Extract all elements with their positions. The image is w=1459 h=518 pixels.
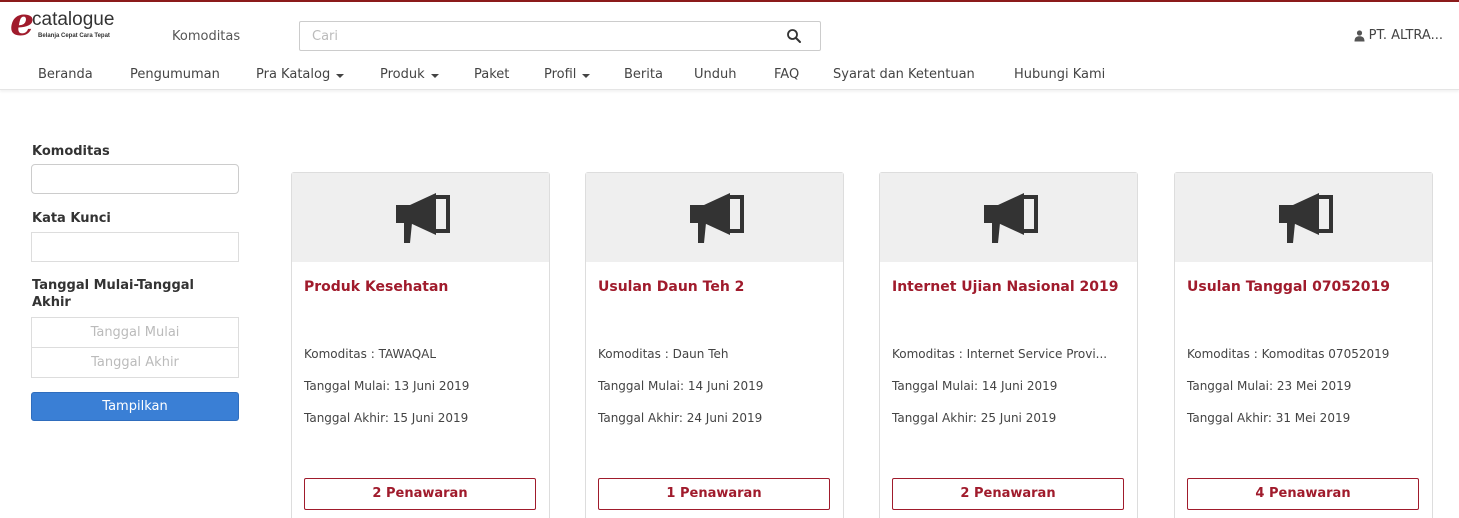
penawaran-button[interactable]: 4 Penawaran <box>1187 478 1419 510</box>
caret-down-icon <box>336 73 345 78</box>
caret-down-icon <box>430 73 439 78</box>
penawaran-button[interactable]: 2 Penawaran <box>892 478 1124 510</box>
search-icon[interactable] <box>786 28 802 44</box>
card-tanggal-mulai: Tanggal Mulai: 14 Juni 2019 <box>892 379 1058 393</box>
komoditas-link[interactable]: Komoditas <box>172 29 240 44</box>
penawaran-button[interactable]: 2 Penawaran <box>304 478 536 510</box>
kata-kunci-input[interactable] <box>31 232 239 262</box>
nav-profil[interactable]: Profil <box>544 67 591 82</box>
card-banner <box>292 173 549 262</box>
card-tanggal-mulai: Tanggal Mulai: 13 Juni 2019 <box>304 379 470 393</box>
logo-word: catalogue <box>32 9 115 30</box>
nav-label: Pra Katalog <box>256 67 331 82</box>
card-banner <box>880 173 1137 262</box>
logo-tagline: Belanja Cepat Cara Tepat <box>38 33 110 39</box>
tanggal-akhir-input[interactable]: Tanggal Akhir <box>31 347 239 378</box>
search-input[interactable] <box>300 22 770 50</box>
card-komoditas: Komoditas : Internet Service Provi... <box>892 347 1108 361</box>
announcement-card: Internet Ujian Nasional 2019 Komoditas :… <box>879 172 1138 518</box>
card-komoditas: Komoditas : Komoditas 07052019 <box>1187 347 1390 361</box>
nav-label: Paket <box>474 67 510 82</box>
nav-berita[interactable]: Berita <box>624 67 663 82</box>
card-title[interactable]: Produk Kesehatan <box>304 279 448 295</box>
nav-label: FAQ <box>774 67 800 82</box>
search-box <box>299 21 821 51</box>
megaphone-icon <box>1279 193 1333 243</box>
nav-label: Pengumuman <box>130 67 220 82</box>
nav-label: Berita <box>624 67 663 82</box>
nav-beranda[interactable]: Beranda <box>38 67 93 82</box>
user-icon <box>1354 29 1365 41</box>
main-navbar: Beranda Pengumuman Pra Katalog Produk Pa… <box>0 60 1459 90</box>
card-komoditas: Komoditas : Daun Teh <box>598 347 729 361</box>
card-banner <box>586 173 843 262</box>
nav-label: Profil <box>544 67 577 82</box>
card-tanggal-mulai: Tanggal Mulai: 14 Juni 2019 <box>598 379 764 393</box>
announcement-card: Usulan Tanggal 07052019 Komoditas : Komo… <box>1174 172 1433 518</box>
komoditas-filter-label: Komoditas <box>32 144 110 159</box>
tanggal-range-label: Tanggal Mulai-Tanggal Akhir <box>32 278 195 310</box>
card-tanggal-akhir: Tanggal Akhir: 31 Mei 2019 <box>1187 411 1351 425</box>
nav-faq[interactable]: FAQ <box>774 67 799 82</box>
nav-label: Beranda <box>38 67 93 82</box>
card-tanggal-akhir: Tanggal Akhir: 25 Juni 2019 <box>892 411 1057 425</box>
nav-unduh[interactable]: Unduh <box>694 67 737 82</box>
card-tanggal-mulai: Tanggal Mulai: 23 Mei 2019 <box>1187 379 1352 393</box>
nav-syarat-ketentuan[interactable]: Syarat dan Ketentuan <box>833 67 975 82</box>
caret-down-icon <box>582 73 591 78</box>
logo-letter: e <box>10 0 35 44</box>
megaphone-icon <box>396 193 450 243</box>
tampilkan-button[interactable]: Tampilkan <box>31 392 239 421</box>
penawaran-button[interactable]: 1 Penawaran <box>598 478 830 510</box>
user-name: PT. ALTRA... <box>1368 28 1443 43</box>
nav-label: Syarat dan Ketentuan <box>833 67 975 82</box>
card-banner <box>1175 173 1432 262</box>
nav-label: Hubungi Kami <box>1014 67 1106 82</box>
nav-hubungi-kami[interactable]: Hubungi Kami <box>1014 67 1105 82</box>
card-tanggal-akhir: Tanggal Akhir: 15 Juni 2019 <box>304 411 469 425</box>
megaphone-icon <box>984 193 1038 243</box>
nav-label: Unduh <box>694 67 737 82</box>
announcement-card: Produk Kesehatan Komoditas : TAWAQAL Tan… <box>291 172 550 518</box>
komoditas-filter-input[interactable] <box>31 164 239 194</box>
tanggal-mulai-input[interactable]: Tanggal Mulai <box>31 317 239 348</box>
card-title[interactable]: Internet Ujian Nasional 2019 <box>892 279 1119 295</box>
kata-kunci-label: Kata Kunci <box>32 211 111 226</box>
nav-paket[interactable]: Paket <box>474 67 509 82</box>
card-title[interactable]: Usulan Tanggal 07052019 <box>1187 279 1390 295</box>
nav-produk[interactable]: Produk <box>380 67 439 82</box>
nav-label: Produk <box>380 67 425 82</box>
announcement-card: Usulan Daun Teh 2 Komoditas : Daun Teh T… <box>585 172 844 518</box>
megaphone-icon <box>690 193 744 243</box>
card-title[interactable]: Usulan Daun Teh 2 <box>598 279 744 295</box>
card-komoditas: Komoditas : TAWAQAL <box>304 347 437 361</box>
user-menu[interactable]: PT. ALTRA... <box>1354 28 1443 43</box>
nav-pengumuman[interactable]: Pengumuman <box>130 67 220 82</box>
nav-pra-katalog[interactable]: Pra Katalog <box>256 67 345 82</box>
card-tanggal-akhir: Tanggal Akhir: 24 Juni 2019 <box>598 411 763 425</box>
header: e catalogue Belanja Cepat Cara Tepat Kom… <box>0 0 1459 59</box>
ecatalogue-logo[interactable]: e catalogue Belanja Cepat Cara Tepat <box>10 0 160 50</box>
